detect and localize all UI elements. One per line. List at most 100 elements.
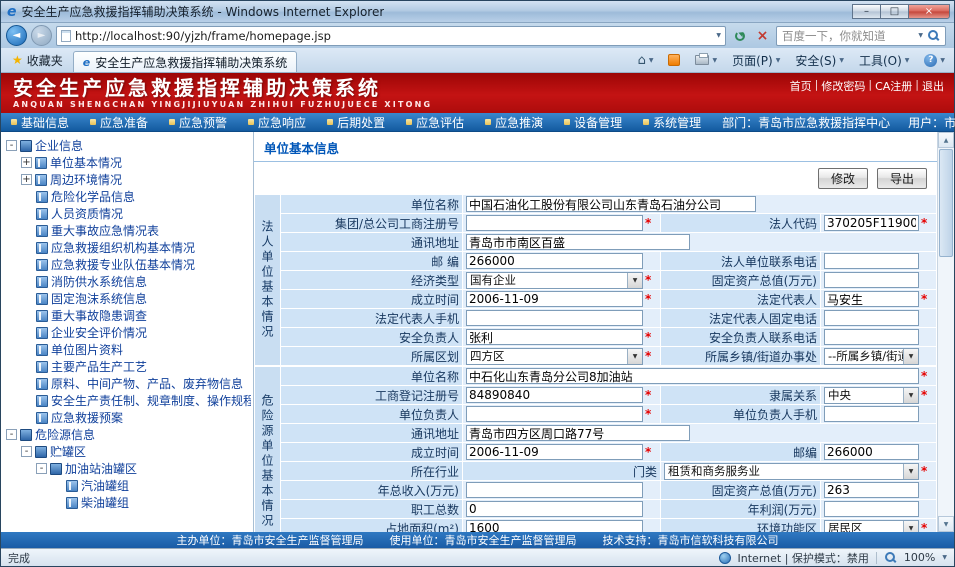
expander-icon[interactable]: -	[6, 140, 17, 151]
form-input[interactable]	[466, 215, 643, 231]
banner-link[interactable]: 首页	[790, 78, 812, 94]
form-input[interactable]	[466, 406, 643, 422]
back-button[interactable]: ◄	[6, 25, 27, 46]
content-scrollbar[interactable]: ▲ ▼	[937, 132, 954, 532]
tree-item[interactable]: 原料、中间产物、产品、废弃物信息	[4, 375, 251, 392]
expander-icon[interactable]: -	[36, 463, 47, 474]
form-input[interactable]	[466, 501, 643, 517]
tree-item[interactable]: 重大事故应急情况表	[4, 222, 251, 239]
nav-item[interactable]: 应急响应	[248, 114, 306, 131]
banner-link[interactable]: 退出	[922, 78, 944, 94]
tree-item[interactable]: 消防供水系统信息	[4, 273, 251, 290]
tree-item[interactable]: -企业信息	[4, 137, 251, 154]
form-input[interactable]	[466, 387, 643, 403]
form-select[interactable]: --所属乡镇/街道办事处--▼	[824, 348, 919, 365]
tree-item[interactable]: 重大事故隐患调查	[4, 307, 251, 324]
form-input[interactable]	[824, 444, 919, 460]
form-select[interactable]: 四方区▼	[466, 348, 643, 365]
zoom-level[interactable]: 100%	[904, 551, 935, 564]
page-menu[interactable]: 页面(P)▼	[729, 50, 783, 71]
form-input[interactable]	[466, 329, 643, 345]
form-input[interactable]	[824, 329, 919, 345]
tree-item[interactable]: 应急救援预案	[4, 409, 251, 426]
close-button[interactable]: ×	[908, 4, 950, 19]
titlebar[interactable]: e 安全生产应急救援指挥辅助决策系统 - Windows Internet Ex…	[1, 1, 954, 23]
tree-item[interactable]: 应急救援组织机构基本情况	[4, 239, 251, 256]
tree-item[interactable]: -危险源信息	[4, 426, 251, 443]
stop-button[interactable]: ×	[753, 26, 772, 45]
tools-menu[interactable]: 工具(O)▼	[856, 50, 912, 71]
tree-item[interactable]: 企业安全评价情况	[4, 324, 251, 341]
form-input[interactable]	[466, 444, 643, 460]
zoom-magnifier-icon[interactable]	[884, 551, 897, 564]
expander-icon[interactable]: -	[21, 446, 32, 457]
tree-item[interactable]: 主要产品生产工艺	[4, 358, 251, 375]
home-button[interactable]: ⌂▼	[635, 51, 657, 70]
safety-menu[interactable]: 安全(S)▼	[792, 50, 847, 71]
form-select[interactable]: 国有企业▼	[466, 272, 643, 289]
form-input[interactable]	[824, 272, 919, 288]
favorites-button[interactable]: ★ 收藏夹	[5, 50, 70, 71]
feeds-button[interactable]	[665, 52, 683, 68]
form-input[interactable]	[824, 215, 919, 231]
form-input[interactable]	[466, 520, 643, 532]
nav-item[interactable]: 应急预警	[169, 114, 227, 131]
nav-item[interactable]: 基础信息	[11, 114, 69, 131]
nav-item[interactable]: 设备管理	[564, 114, 622, 131]
tree-item[interactable]: 汽油罐组	[4, 477, 251, 494]
form-input[interactable]	[824, 501, 919, 517]
form-input[interactable]	[824, 482, 919, 498]
export-button[interactable]: 导出	[877, 168, 927, 189]
page-tab[interactable]: e 安全生产应急救援指挥辅助决策系统	[73, 51, 297, 72]
expander-icon[interactable]: +	[21, 157, 32, 168]
maximize-button[interactable]: □	[880, 4, 908, 19]
search-box[interactable]: 百度一下，你就知道 ▼	[776, 26, 946, 46]
form-input[interactable]	[466, 425, 690, 441]
banner-link[interactable]: CA注册	[875, 78, 912, 94]
search-input[interactable]: 百度一下，你就知道	[782, 28, 914, 44]
scroll-down-button[interactable]: ▼	[938, 516, 954, 532]
nav-item[interactable]: 应急准备	[90, 114, 148, 131]
tree-item[interactable]: 柴油罐组	[4, 494, 251, 511]
banner-link[interactable]: 修改密码	[821, 78, 865, 94]
print-button[interactable]: ▼	[692, 53, 720, 67]
form-input[interactable]	[466, 482, 643, 498]
tree-item[interactable]: -贮罐区	[4, 443, 251, 460]
modify-button[interactable]: 修改	[818, 168, 868, 189]
form-input[interactable]	[466, 234, 690, 250]
form-select[interactable]: 居民区▼	[824, 520, 919, 533]
nav-item[interactable]: 系统管理	[643, 114, 701, 131]
nav-item[interactable]: 后期处置	[327, 114, 385, 131]
form-input[interactable]	[466, 310, 643, 326]
form-input[interactable]	[466, 291, 643, 307]
search-icon[interactable]	[927, 29, 940, 42]
form-input[interactable]	[466, 368, 919, 384]
tree-item[interactable]: +单位基本情况	[4, 154, 251, 171]
forward-button[interactable]: ►	[31, 25, 52, 46]
form-select[interactable]: 租赁和商务服务业▼	[664, 463, 919, 480]
tree-item[interactable]: 固定泡沫系统信息	[4, 290, 251, 307]
form-input[interactable]	[824, 291, 919, 307]
minimize-button[interactable]: –	[852, 4, 880, 19]
nav-item[interactable]: 应急推演	[485, 114, 543, 131]
expander-icon[interactable]: +	[21, 174, 32, 185]
tree-item[interactable]: 单位图片资料	[4, 341, 251, 358]
tree-item[interactable]: 安全生产责任制、规章制度、操作规程信息	[4, 392, 251, 409]
form-input[interactable]	[466, 196, 756, 212]
scroll-up-button[interactable]: ▲	[938, 132, 954, 148]
form-input[interactable]	[824, 310, 919, 326]
tree-item[interactable]: -加油站油罐区	[4, 460, 251, 477]
refresh-button[interactable]	[730, 26, 749, 45]
tree-item[interactable]: 危险化学品信息	[4, 188, 251, 205]
nav-item[interactable]: 应急评估	[406, 114, 464, 131]
scroll-thumb[interactable]	[939, 149, 953, 257]
expander-icon[interactable]: -	[6, 429, 17, 440]
tree-item[interactable]: 应急救援专业队伍基本情况	[4, 256, 251, 273]
tree-item[interactable]: 人员资质情况	[4, 205, 251, 222]
help-button[interactable]: ?▼	[921, 52, 948, 69]
tree-item[interactable]: +周边环境情况	[4, 171, 251, 188]
form-input[interactable]	[824, 406, 919, 422]
zoom-dropdown-icon[interactable]: ▼	[942, 554, 947, 561]
form-input[interactable]	[466, 253, 643, 269]
scroll-track[interactable]	[938, 258, 954, 516]
